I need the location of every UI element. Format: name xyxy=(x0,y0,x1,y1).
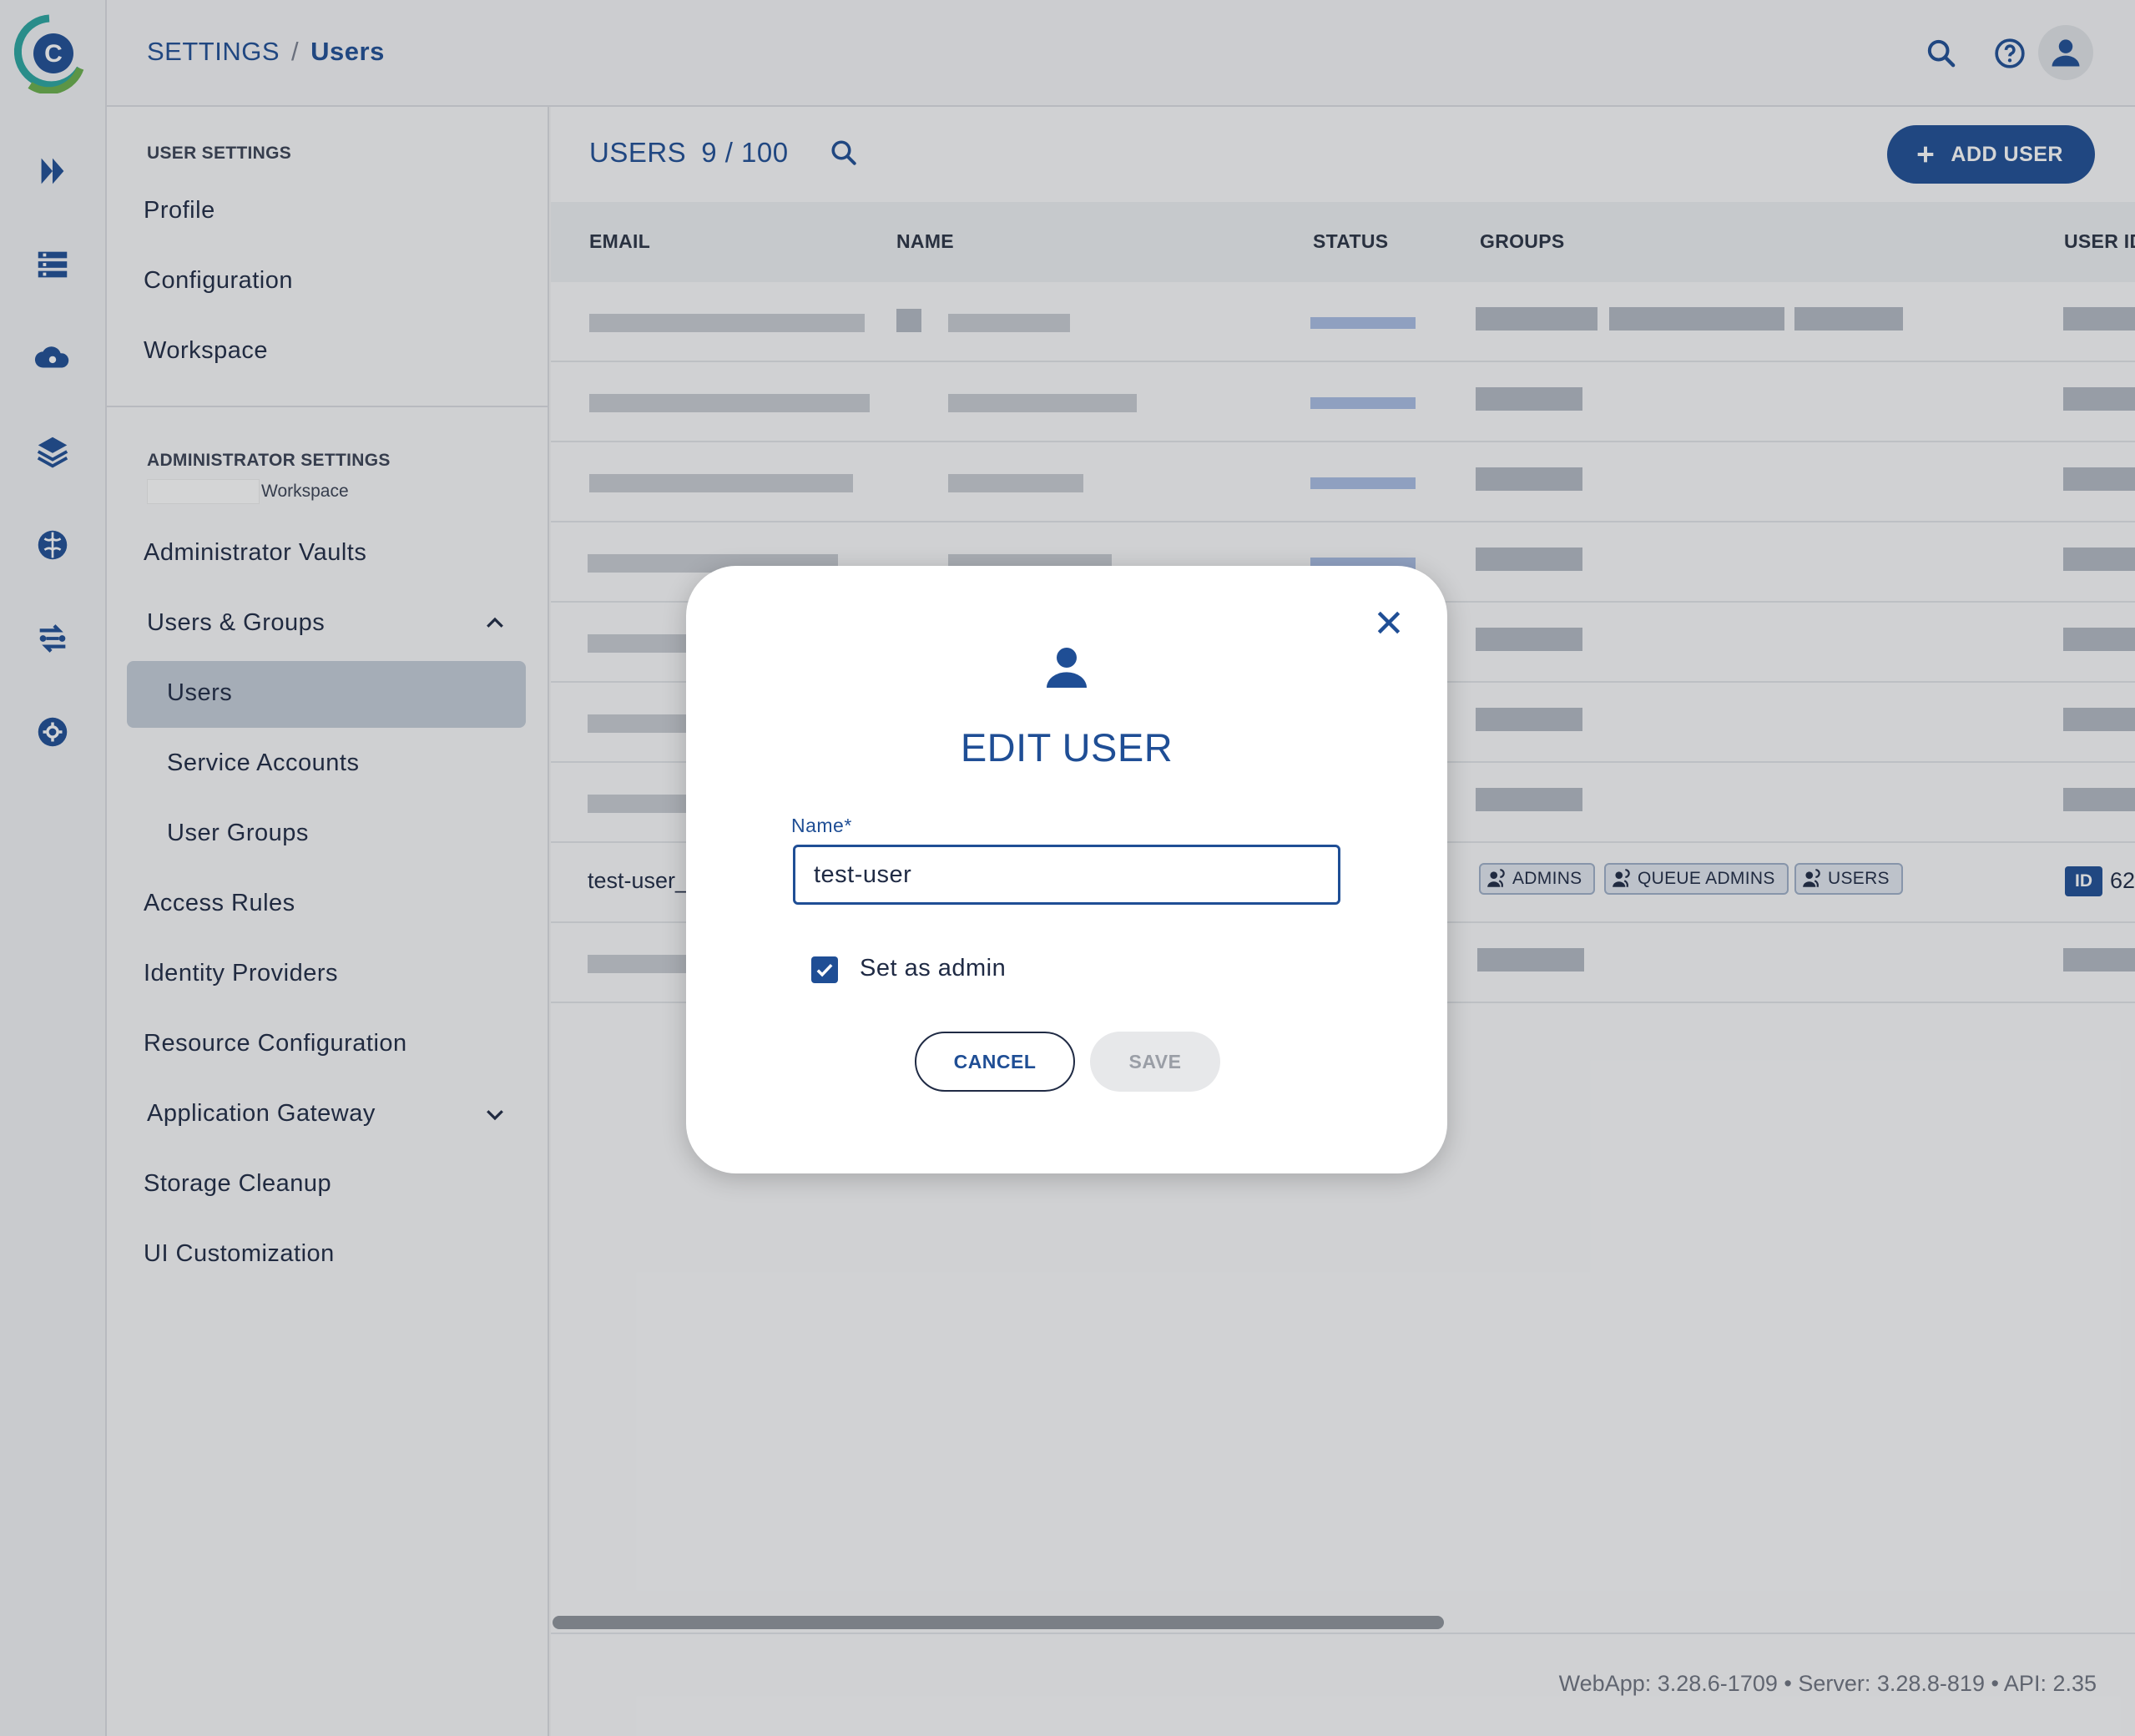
name-input[interactable] xyxy=(793,845,1340,905)
dialog-title: EDIT USER xyxy=(960,725,1173,770)
save-button[interactable]: SAVE xyxy=(1090,1032,1220,1092)
cancel-button[interactable]: CANCEL xyxy=(915,1032,1075,1092)
checkmark-icon xyxy=(816,963,833,977)
set-as-admin-label[interactable]: Set as admin xyxy=(860,955,1006,982)
close-icon[interactable] xyxy=(1372,606,1406,639)
edit-user-dialog: EDIT USER Name* Set as admin CANCEL SAVE xyxy=(686,566,1447,1173)
name-field-label: Name* xyxy=(791,815,852,836)
set-as-admin-checkbox[interactable] xyxy=(811,956,838,983)
user-icon xyxy=(1047,648,1087,688)
